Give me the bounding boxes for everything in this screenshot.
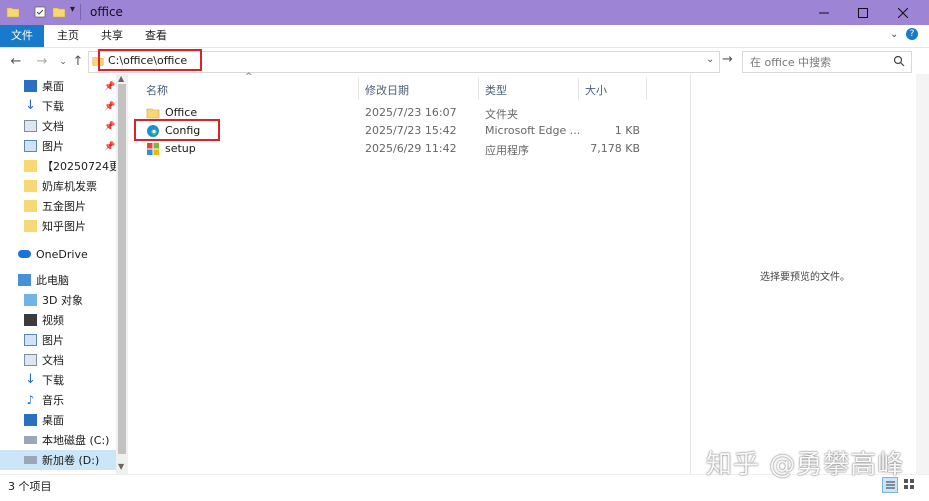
sidebar-scroll-thumb[interactable] bbox=[118, 84, 126, 454]
folder-icon bbox=[24, 180, 37, 192]
column-divider[interactable] bbox=[478, 78, 479, 100]
chevron-down-icon: ⌄ bbox=[59, 57, 67, 67]
file-type: 文件夹 bbox=[485, 108, 518, 121]
arrow-up-icon: ↑ bbox=[72, 54, 84, 69]
column-header-type[interactable]: 类型 bbox=[485, 82, 507, 102]
tab-share[interactable]: 共享 bbox=[94, 25, 130, 47]
search-input[interactable]: 在 office 中搜索 bbox=[750, 54, 831, 70]
column-divider[interactable] bbox=[578, 78, 579, 100]
folder-icon bbox=[24, 220, 37, 232]
column-header-name[interactable]: 名称 bbox=[146, 82, 168, 102]
refresh-icon[interactable]: → bbox=[722, 52, 733, 67]
column-header-modified[interactable]: 修改日期 bbox=[365, 82, 409, 102]
folder-icon bbox=[24, 160, 37, 172]
close-icon bbox=[898, 7, 908, 18]
folder-icon bbox=[6, 7, 20, 18]
scroll-down-icon[interactable]: ▼ bbox=[118, 462, 124, 471]
config-highlight bbox=[134, 119, 220, 141]
new-folder-icon[interactable] bbox=[52, 5, 66, 19]
computer-icon bbox=[18, 274, 31, 286]
forward-button[interactable]: → bbox=[34, 54, 50, 70]
desktop-icon bbox=[24, 414, 37, 426]
file-name: setup bbox=[165, 142, 196, 155]
file-modified: 2025/7/23 16:07 bbox=[365, 106, 457, 119]
maximize-icon bbox=[858, 7, 868, 18]
recent-dropdown-button[interactable]: ⌄ bbox=[55, 54, 71, 70]
chevron-down-icon[interactable]: ⌄ bbox=[890, 29, 898, 40]
address-highlight bbox=[98, 49, 202, 71]
close-button[interactable] bbox=[885, 0, 921, 25]
right-scrollbar[interactable] bbox=[916, 74, 929, 474]
cloud-icon bbox=[18, 250, 31, 258]
folder-icon bbox=[24, 200, 37, 212]
help-icon[interactable]: ? bbox=[906, 28, 918, 40]
file-type: Microsoft Edge ... bbox=[485, 124, 581, 137]
installer-icon bbox=[147, 143, 159, 155]
tab-file[interactable]: 文件 bbox=[0, 25, 44, 47]
cube-icon bbox=[24, 294, 37, 306]
music-icon: ♪ bbox=[26, 393, 35, 407]
file-size: 7,178 KB bbox=[590, 142, 640, 155]
search-icon[interactable] bbox=[893, 55, 905, 67]
file-modified: 2025/7/23 15:42 bbox=[365, 124, 457, 137]
large-icons-view-button[interactable] bbox=[902, 477, 918, 493]
pictures-icon bbox=[24, 334, 37, 346]
file-type: 应用程序 bbox=[485, 144, 529, 157]
title-bar: ▾ office bbox=[0, 0, 929, 25]
tab-home[interactable]: 主页 bbox=[50, 25, 86, 47]
title-divider bbox=[80, 4, 81, 20]
sort-indicator-icon: ^ bbox=[245, 72, 253, 82]
column-divider[interactable] bbox=[646, 78, 647, 100]
column-divider[interactable] bbox=[358, 78, 359, 100]
up-button[interactable]: ↑ bbox=[70, 54, 86, 70]
minimize-button[interactable] bbox=[806, 0, 842, 25]
item-count: 3 个项目 bbox=[8, 480, 52, 493]
quick-access-dropdown-icon[interactable]: ▾ bbox=[70, 4, 75, 15]
arrow-right-icon: → bbox=[36, 54, 48, 69]
drive-icon bbox=[24, 456, 37, 464]
file-modified: 2025/6/29 11:42 bbox=[365, 142, 457, 155]
folder-icon bbox=[146, 108, 160, 119]
back-button[interactable]: ← bbox=[8, 54, 24, 70]
properties-icon[interactable] bbox=[33, 5, 47, 19]
pin-icon[interactable]: 📌 bbox=[104, 142, 115, 152]
window-title: office bbox=[90, 5, 123, 19]
file-name: Office bbox=[165, 106, 198, 119]
pin-icon[interactable]: 📌 bbox=[104, 122, 115, 132]
sidebar-item-folder-update[interactable]: 【20250724更新 bbox=[24, 156, 116, 176]
tab-view[interactable]: 查看 bbox=[138, 25, 174, 47]
address-dropdown-icon[interactable]: ⌄ bbox=[706, 54, 714, 65]
watermark: 知乎 @勇攀高峰 bbox=[706, 450, 905, 480]
table-row[interactable]: setup 2025/6/29 11:42 应用程序 7,178 KB bbox=[138, 140, 648, 158]
scroll-up-icon[interactable]: ▲ bbox=[118, 74, 124, 83]
sidebar-item-drive-d[interactable]: 新加卷 (D:) bbox=[0, 450, 116, 470]
file-size: 1 KB bbox=[614, 124, 640, 137]
document-icon bbox=[24, 120, 37, 132]
download-icon: ↓ bbox=[25, 98, 36, 113]
pictures-icon bbox=[24, 140, 37, 152]
drive-icon bbox=[24, 436, 37, 444]
document-icon bbox=[24, 354, 37, 366]
maximize-button[interactable] bbox=[845, 0, 881, 25]
desktop-icon bbox=[24, 80, 37, 92]
navigation-pane: 桌面 📌 ↓下载 📌 文档 📌 图片 📌 【20250724更新 奶库机发票 五… bbox=[0, 74, 130, 474]
preview-message: 选择要预览的文件。 bbox=[760, 272, 850, 283]
ribbon: 文件 主页 共享 查看 ⌄ ? bbox=[0, 25, 929, 48]
video-icon bbox=[24, 314, 37, 326]
pin-icon[interactable]: 📌 bbox=[104, 102, 115, 112]
column-header-size[interactable]: 大小 bbox=[585, 82, 607, 102]
pin-icon[interactable]: 📌 bbox=[104, 82, 115, 92]
arrow-left-icon: ← bbox=[10, 54, 22, 69]
minimize-icon bbox=[819, 12, 829, 13]
download-icon: ↓ bbox=[25, 372, 36, 387]
